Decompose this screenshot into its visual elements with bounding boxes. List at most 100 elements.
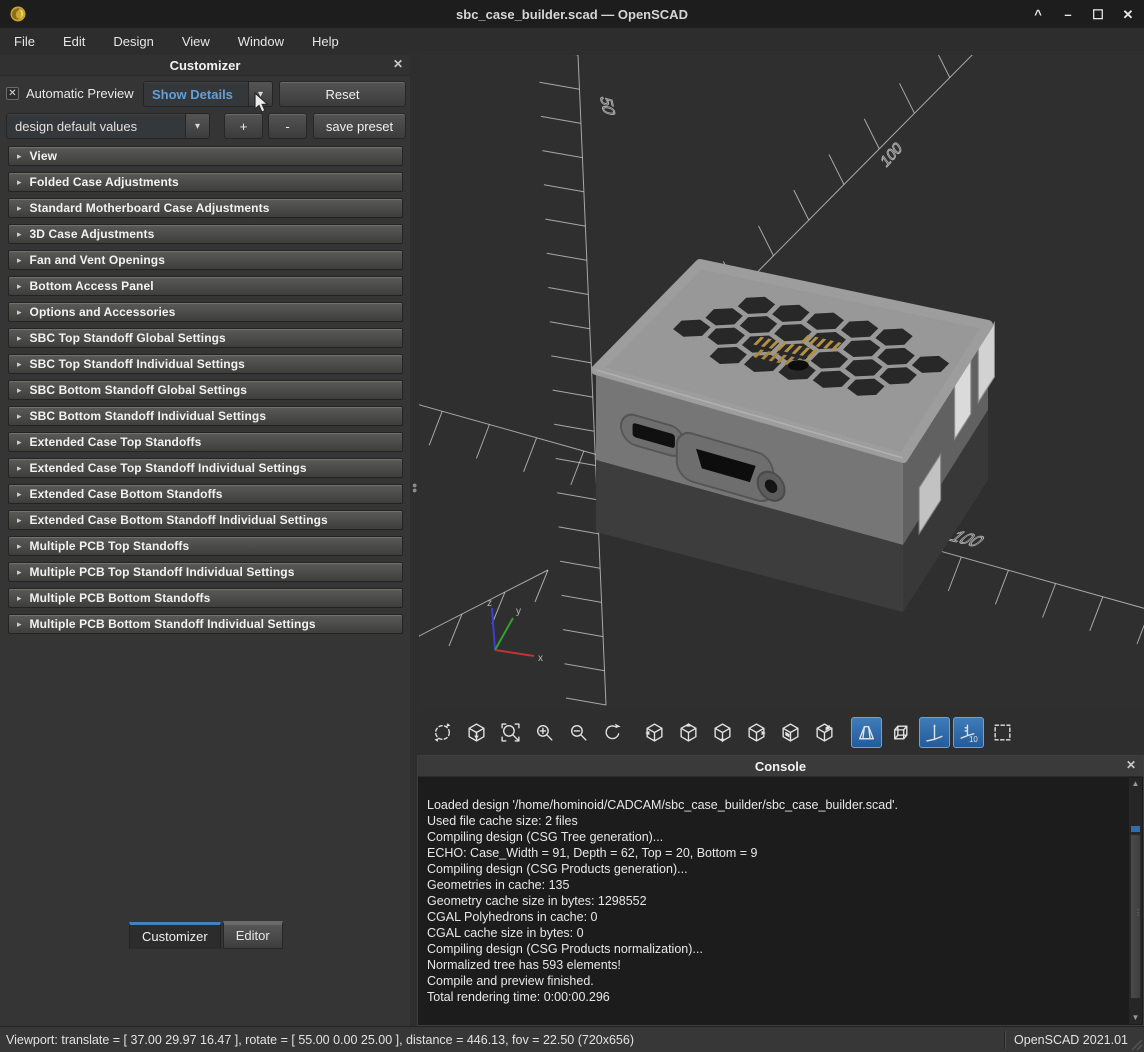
customizer-row-1: ✕ Automatic Preview Show Details ▾ Reset [0,80,410,108]
view-all-button[interactable] [461,717,492,748]
section-sbc-bottom-standoff-global-settings[interactable]: ▸SBC Bottom Standoff Global Settings [8,380,403,400]
reset-button[interactable]: Reset [279,81,406,107]
chevron-down-icon[interactable]: ▾ [248,82,272,106]
section-label: Options and Accessories [30,305,176,319]
console-line: CGAL Polyhedrons in cache: 0 [427,909,1128,925]
section-fan-and-vent-openings[interactable]: ▸Fan and Vent Openings [8,250,403,270]
add-preset-button[interactable]: + [224,113,263,139]
customizer-row-2: design default values ▾ + - save preset [0,112,410,140]
version-label: OpenSCAD 2021.01 [1014,1033,1144,1047]
chevron-right-icon: ▸ [17,333,22,344]
svg-text:x: x [538,653,543,664]
section-3d-case-adjustments[interactable]: ▸3D Case Adjustments [8,224,403,244]
shade-button[interactable]: ^ [1030,8,1046,21]
show-scale-markers-button[interactable]: 10 [953,717,984,748]
show-details-dropdown[interactable]: Show Details ▾ [143,81,273,107]
chevron-right-icon: ▸ [17,593,22,604]
automatic-preview-label: Automatic Preview [26,86,134,101]
preset-dropdown[interactable]: design default values ▾ [6,113,210,139]
section-standard-motherboard-case-adjustments[interactable]: ▸Standard Motherboard Case Adjustments [8,198,403,218]
3d-viewport[interactable]: .rl{stroke:#c6c6c6;stroke-width:1;fill:n… [419,55,1144,710]
section-label: View [30,149,58,163]
view-top-button[interactable] [673,717,704,748]
section-bottom-access-panel[interactable]: ▸Bottom Access Panel [8,276,403,296]
tab-editor[interactable]: Editor [223,921,283,949]
chevron-down-icon[interactable]: ▾ [185,114,209,138]
menu-file[interactable]: File [0,30,49,53]
section-multiple-pcb-bottom-standoff-individual-settings[interactable]: ▸Multiple PCB Bottom Standoff Individual… [8,614,403,634]
reset-view-button[interactable] [427,717,458,748]
section-sbc-bottom-standoff-individual-settings[interactable]: ▸SBC Bottom Standoff Individual Settings [8,406,403,426]
orthogonal-icon [890,722,911,743]
console-line: Total rendering time: 0:00:00.296 [427,989,1128,1005]
console-log[interactable]: Loaded design '/home/hominoid/CADCAM/sbc… [418,777,1128,1025]
zoom-all-icon [500,722,521,743]
view-right-button[interactable] [639,717,670,748]
perspective-button[interactable] [851,717,882,748]
view-toolbar: 10 [419,710,1144,755]
section-extended-case-bottom-standoff-individual-settings[interactable]: ▸Extended Case Bottom Standoff Individua… [8,510,403,530]
resize-grip[interactable] [1129,1037,1143,1051]
chevron-right-icon: ▸ [17,255,22,266]
svg-text:y: y [516,606,521,617]
section-label: Multiple PCB Top Standoff Individual Set… [30,565,295,579]
console-line: Used file cache size: 2 files [427,813,1128,829]
console-panel: Console ✕ Loaded design '/home/hominoid/… [417,755,1144,1026]
maximize-button[interactable]: ☐ [1090,8,1106,21]
section-extended-case-top-standoffs[interactable]: ▸Extended Case Top Standoffs [8,432,403,452]
orthogonal-button[interactable] [885,717,916,748]
show-edges-icon [992,722,1013,743]
console-line: Compiling design (CSG Products normaliza… [427,941,1128,957]
section-extended-case-bottom-standoffs[interactable]: ▸Extended Case Bottom Standoffs [8,484,403,504]
customizer-close-icon[interactable]: ✕ [393,57,403,71]
section-extended-case-top-standoff-individual-settings[interactable]: ▸Extended Case Top Standoff Individual S… [8,458,403,478]
view-back-button[interactable] [809,717,840,748]
section-label: SBC Top Standoff Global Settings [30,331,226,345]
view-back-icon [814,722,835,743]
zoom-all-button[interactable] [495,717,526,748]
section-view[interactable]: ▸View [8,146,403,166]
console-close-icon[interactable]: ✕ [1126,758,1136,772]
save-preset-button[interactable]: save preset [313,113,406,139]
show-edges-button[interactable] [987,717,1018,748]
section-label: Bottom Access Panel [30,279,154,293]
show-axes-icon [924,722,945,743]
reset-rotation-button[interactable] [597,717,628,748]
section-options-and-accessories[interactable]: ▸Options and Accessories [8,302,403,322]
preset-value: design default values [7,119,185,134]
view-left-button[interactable] [741,717,772,748]
menu-view[interactable]: View [168,30,224,53]
minimize-button[interactable]: – [1060,8,1076,21]
view-bottom-button[interactable] [707,717,738,748]
section-multiple-pcb-top-standoff-individual-settings[interactable]: ▸ Multiple PCB Top Standoff Individual Se… [8,562,403,582]
section-multiple-pcb-bottom-standoffs[interactable]: ▸Multiple PCB Bottom Standoffs [8,588,403,608]
console-scrollbar[interactable]: ▲ ⋮ ▼ [1129,778,1142,1024]
section-sbc-top-standoff-global-settings[interactable]: ▸ SBC Top Standoff Global Settings [8,328,403,348]
menu-edit[interactable]: Edit [49,30,99,53]
console-title: Console [755,759,806,774]
scrollbar-thumb[interactable]: ⋮ [1130,834,1141,999]
tab-customizer[interactable]: Customizer [129,922,221,949]
menu-help[interactable]: Help [298,30,353,53]
automatic-preview-checkbox[interactable]: ✕ [6,87,19,100]
splitter-handle[interactable]: ●● [412,483,417,493]
zoom-in-button[interactable] [529,717,560,748]
section-multiple-pcb-top-standoffs[interactable]: ▸Multiple PCB Top Standoffs [8,536,403,556]
console-line: CGAL cache size in bytes: 0 [427,925,1128,941]
close-button[interactable]: ✕ [1120,8,1136,21]
menu-design[interactable]: Design [99,30,167,53]
chevron-right-icon: ▸ [17,411,22,422]
scroll-down-icon[interactable]: ▼ [1129,1012,1142,1024]
show-scale-markers-icon: 10 [958,722,979,743]
section-folded-case-adjustments[interactable]: ▸Folded Case Adjustments [8,172,403,192]
remove-preset-button[interactable]: - [268,113,307,139]
section-sbc-top-standoff-individual-settings[interactable]: ▸SBC Top Standoff Individual Settings [8,354,403,374]
show-axes-button[interactable] [919,717,950,748]
section-label: SBC Bottom Standoff Global Settings [30,383,248,397]
chevron-right-icon: ▸ [17,567,22,578]
zoom-out-button[interactable] [563,717,594,748]
menu-window[interactable]: Window [224,30,298,53]
scroll-up-icon[interactable]: ▲ [1129,778,1142,790]
view-front-button[interactable] [775,717,806,748]
view-bottom-icon [712,722,733,743]
